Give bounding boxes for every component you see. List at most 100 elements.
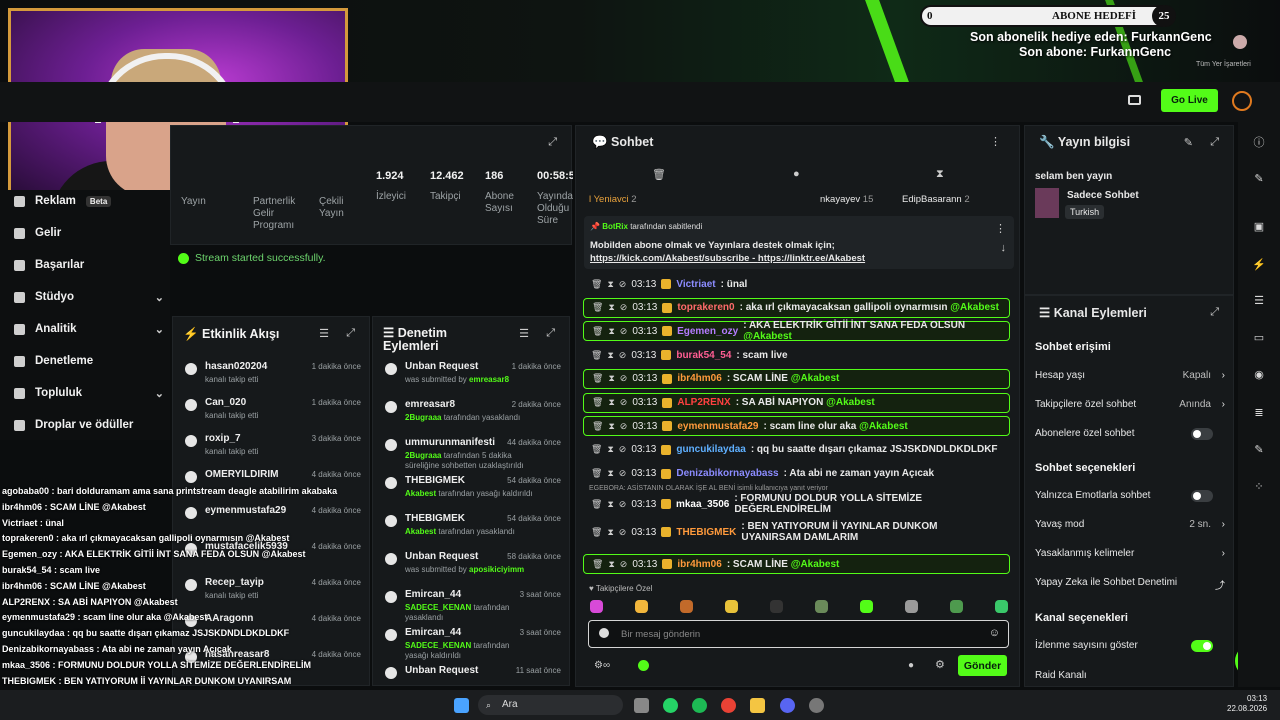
send-button[interactable]: Gönder [958, 655, 1007, 676]
timeout-icon[interactable]: ⧗ [608, 302, 614, 313]
ai-moderation-row[interactable]: Yapay Zeka ile Sohbet Denetimi ⤴ [1035, 577, 1225, 592]
more-icon[interactable]: ⋮ [990, 135, 1001, 148]
ban-icon[interactable]: ⊘ [620, 373, 628, 384]
pinned-link[interactable]: https://linktr.ee/Akabest [758, 253, 865, 264]
expand-icon[interactable]: ⤢ [1210, 306, 1219, 319]
emote-icon[interactable] [680, 600, 693, 613]
go-live-button[interactable]: Go Live [1161, 89, 1218, 112]
slow-mode-row[interactable]: Yavaş mod 2 sn. › [1035, 519, 1225, 530]
delete-msg-icon[interactable]: 🗑 [591, 499, 602, 510]
msg-user[interactable]: guncukilaydaa [676, 444, 745, 455]
trash-icon[interactable]: 🗑 [652, 168, 666, 181]
taskbar-search[interactable]: Ara [478, 695, 623, 715]
chat-input[interactable]: Bir mesaj gönderin ☺ [588, 620, 1009, 648]
pencil-icon[interactable]: ✎ [1184, 136, 1193, 149]
timeout-icon[interactable]: ⧗ [608, 559, 614, 570]
delete-msg-icon[interactable]: 🗑 [592, 302, 603, 313]
chat-message[interactable]: 🗑 ⧗ ⊘ 03:13 toprakeren0: aka ırl çıkmayacaks… [583, 297, 1010, 318]
chrome-icon[interactable] [721, 698, 736, 713]
emote-icon[interactable] [950, 600, 963, 613]
mod-row[interactable]: THEBIGMEK Akabest tarafından yasağı kaldı… [383, 473, 565, 507]
timeout-icon[interactable]: ⧗ [607, 350, 613, 361]
msg-user[interactable]: ibr4hm06 [677, 559, 721, 570]
ban-icon[interactable]: ⊘ [620, 421, 628, 432]
timeout-icon[interactable]: ⧗ [608, 326, 614, 337]
user-avatar[interactable] [1232, 91, 1252, 111]
msg-user[interactable]: ibr4hm06 [677, 373, 721, 384]
mod-row[interactable]: emreasar8 2Bugraaa tarafından yasaklandı 2… [383, 397, 565, 431]
timeout-icon[interactable]: ⧗ [607, 468, 613, 479]
delete-msg-icon[interactable]: 🗑 [592, 326, 603, 337]
sidebar-item-analitik[interactable]: Analitik ⌄ [14, 319, 164, 339]
share-icon[interactable]: ⁘ [1251, 480, 1267, 496]
emoji-icon[interactable]: ☺ [989, 627, 1000, 639]
sidebar-item-denetleme[interactable]: Denetleme [14, 351, 93, 371]
mod-row[interactable]: THEBIGMEK Akabest tarafından yasaklandı 54… [383, 511, 565, 545]
delete-msg-icon[interactable]: 🗑 [592, 559, 603, 570]
chat-message[interactable]: 🗑 ⧗ ⊘ 03:13 ibr4hm06: SCAM LİNE @Akabest [583, 368, 1010, 389]
bookmarks-link[interactable]: Tüm Yer İşaretleri [1196, 61, 1251, 68]
raid-row[interactable]: Raid Kanalı [1035, 670, 1225, 681]
mod-row[interactable]: Emircan_44 SADECE_KENAN tarafından yasakl… [383, 587, 565, 622]
chat-message[interactable]: 🗑 ⧗ ⊘ 03:13 burak54_54: scam live [583, 345, 1010, 365]
folder-icon[interactable] [750, 698, 765, 713]
app-icon[interactable] [809, 698, 824, 713]
delete-msg-icon[interactable]: 🗑 [592, 397, 603, 408]
wrench-icon[interactable]: ✎ [1251, 443, 1267, 459]
mod-row[interactable]: Unban Request was submitted by emreasar8 1… [383, 359, 565, 393]
lightning-icon[interactable]: ⚡ [1251, 258, 1267, 274]
msg-mention[interactable]: @Akabest [743, 331, 792, 342]
mod-actor[interactable]: 2Bugraaa [405, 451, 441, 460]
server-icon[interactable]: ≣ [1251, 406, 1267, 422]
emote-icon[interactable] [635, 600, 648, 613]
timeout-icon[interactable]: ⧗ [607, 279, 613, 290]
sidebar-item-topluluk[interactable]: Topluluk ⌄ [14, 383, 164, 403]
mod-actor[interactable]: Akabest [405, 489, 436, 498]
ban-icon[interactable]: ⊘ [619, 444, 627, 455]
msg-mention[interactable]: @Akabest [950, 302, 999, 313]
chat-message[interactable]: 🗑 ⧗ ⊘ 03:13 guncukilaydaa: qq bu saatte dışa… [583, 440, 1010, 460]
msg-user[interactable]: Denizabikornayabass [676, 468, 778, 479]
ban-icon[interactable]: ⊘ [619, 279, 627, 290]
hourglass-icon[interactable]: ⧗ [936, 168, 944, 181]
chat-message[interactable]: 🗑 ⧗ ⊘ 03:13 Victriaet: ünal [583, 274, 1010, 294]
msg-user[interactable]: Victriaet [676, 279, 715, 290]
chat-message[interactable]: 🗑 ⧗ ⊘ 03:13 THEBIGMEK: BEN YATIYORUM İİ YAYI… [583, 515, 1010, 549]
mod-row[interactable]: Emircan_44 SADECE_KENAN tarafından yasağı… [383, 625, 565, 660]
kick-icon[interactable] [638, 660, 649, 671]
mod-actor[interactable]: SADECE_KENAN [405, 603, 471, 612]
ban-icon[interactable]: ⊘ [619, 468, 627, 479]
chat-message[interactable]: 🗑 ⧗ ⊘ 03:13 mkaa_3506: FORMUNU DOLDUR YOLLA … [583, 493, 1010, 515]
chat-tools-icon[interactable]: ⚙∞ [594, 660, 610, 671]
delete-msg-icon[interactable]: 🗑 [592, 373, 603, 384]
chat-message[interactable]: 🗑 ⧗ ⊘ 03:13 eymenmustafa29: scam line olur a… [583, 416, 1010, 437]
delete-msg-icon[interactable]: 🗑 [592, 421, 603, 432]
expand-icon[interactable]: ⤢ [548, 136, 557, 149]
msg-mention[interactable]: @Akabest [859, 421, 908, 432]
sidebar-item-droplar[interactable]: Droplar ve ödüller [14, 415, 133, 435]
delete-msg-icon[interactable]: 🗑 [591, 468, 602, 479]
screen-icon[interactable] [1128, 95, 1141, 105]
activity-row[interactable]: hasan020204 kanalı takip etti 1 dakika önc… [183, 359, 365, 393]
chat-message[interactable]: 🗑 ⧗ ⊘ 03:13 ALP2RENX: SA ABİ NAPIYON @Akabes… [583, 392, 1010, 413]
info-icon[interactable]: ⓘ [1251, 134, 1267, 150]
profile-avatar[interactable] [1233, 35, 1247, 49]
timeout-icon[interactable]: ⧗ [607, 527, 613, 538]
chat-bubble-icon[interactable]: ● [908, 660, 914, 671]
msg-user[interactable]: THEBIGMEK [676, 527, 736, 538]
chat-bubble-icon[interactable]: ● [793, 168, 800, 180]
expand-icon[interactable]: ⤢ [546, 327, 555, 340]
banned-words-row[interactable]: Yasaklanmış kelimeler › [1035, 548, 1225, 559]
discord-icon[interactable] [780, 698, 795, 713]
delete-msg-icon[interactable]: 🗑 [591, 444, 602, 455]
windows-start-icon[interactable] [454, 698, 469, 713]
ban-icon[interactable]: ⊘ [619, 527, 627, 538]
mod-actor[interactable]: aposikiciyimm [469, 565, 524, 574]
delete-msg-icon[interactable]: 🗑 [591, 350, 602, 361]
msg-user[interactable]: Egemen_ozy [677, 326, 738, 337]
mod-row[interactable]: ummurunmanifesti 2Bugraaa tarafından 5 da… [383, 435, 565, 470]
account-age-row[interactable]: Hesap yaşı Kapalı › [1035, 370, 1225, 381]
followers-only-row[interactable]: Takipçilere özel sohbet Anında › [1035, 399, 1225, 410]
msg-user[interactable]: mkaa_3506 [676, 499, 729, 510]
ban-icon[interactable]: ⊘ [619, 350, 627, 361]
